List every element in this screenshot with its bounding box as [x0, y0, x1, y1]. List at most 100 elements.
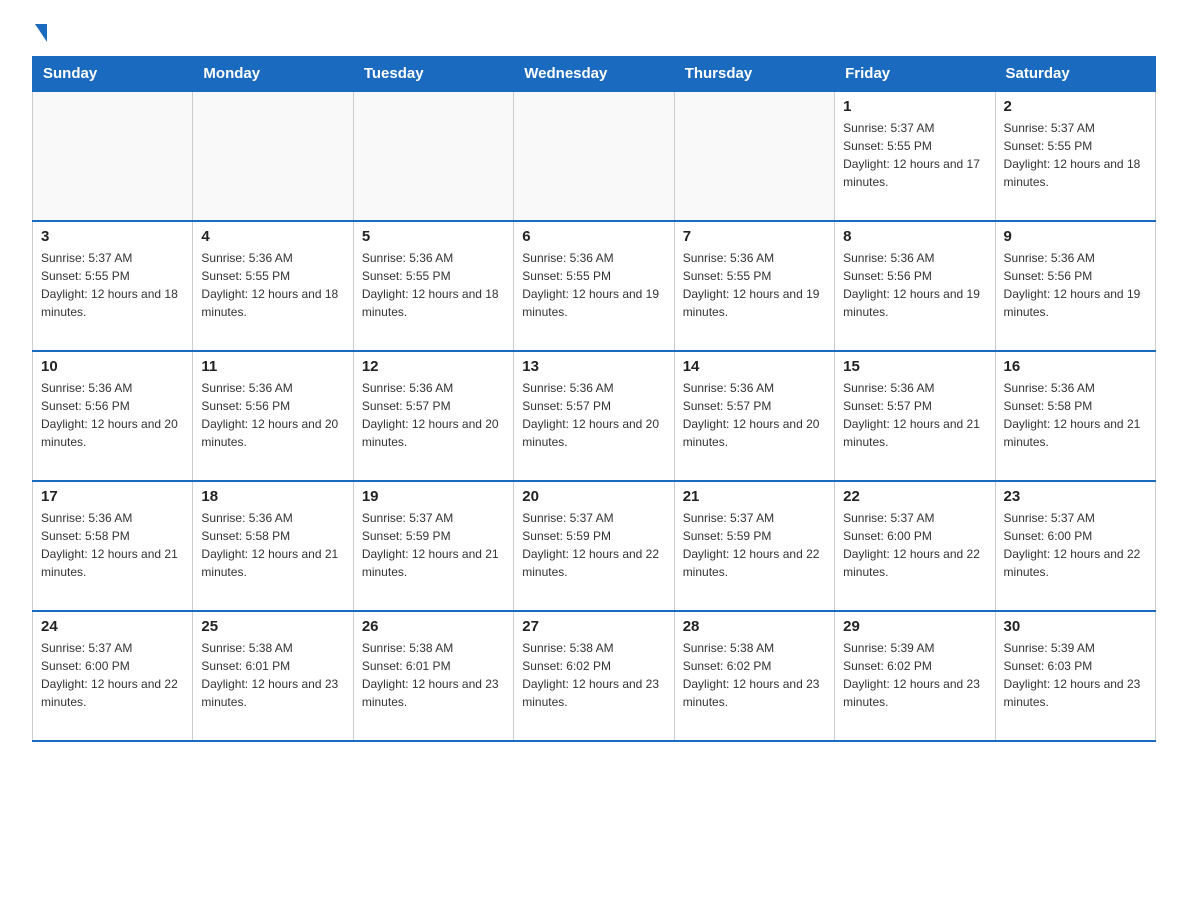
day-info: Sunrise: 5:36 AMSunset: 5:57 PMDaylight:… [683, 379, 826, 451]
calendar-cell: 8Sunrise: 5:36 AMSunset: 5:56 PMDaylight… [835, 221, 995, 351]
day-number: 3 [41, 228, 184, 245]
calendar-week-row: 24 Sunrise: 5:37 AMSunset: 6:00 PMDayligh… [33, 611, 1156, 741]
calendar-week-row: 10 Sunrise: 5:36 AMSunset: 5:56 PMDayligh… [33, 351, 1156, 481]
day-info: Sunrise: 5:36 AMSunset: 5:57 PMDaylight:… [522, 379, 665, 451]
calendar-cell: 10 Sunrise: 5:36 AMSunset: 5:56 PMDayligh… [33, 351, 193, 481]
day-number: 2 [1004, 98, 1147, 115]
calendar-cell: 11 Sunrise: 5:36 AMSunset: 5:56 PMDayligh… [193, 351, 353, 481]
weekday-header-tuesday: Tuesday [353, 57, 513, 92]
day-number: 23 [1004, 488, 1147, 505]
calendar-cell: 19 Sunrise: 5:37 AMSunset: 5:59 PMDayligh… [353, 481, 513, 611]
day-number: 26 [362, 618, 505, 635]
day-info: Sunrise: 5:36 AMSunset: 5:57 PMDaylight:… [362, 379, 505, 451]
day-number: 19 [362, 488, 505, 505]
calendar-cell: 16Sunrise: 5:36 AMSunset: 5:58 PMDayligh… [995, 351, 1155, 481]
calendar-cell: 24 Sunrise: 5:37 AMSunset: 6:00 PMDayligh… [33, 611, 193, 741]
calendar-cell: 23 Sunrise: 5:37 AMSunset: 6:00 PMDayligh… [995, 481, 1155, 611]
day-info: Sunrise: 5:36 AMSunset: 5:58 PMDaylight:… [41, 509, 184, 581]
day-number: 20 [522, 488, 665, 505]
day-number: 18 [201, 488, 344, 505]
day-info: Sunrise: 5:38 AMSunset: 6:01 PMDaylight:… [201, 639, 344, 711]
day-info: Sunrise: 5:36 AMSunset: 5:58 PMDaylight:… [201, 509, 344, 581]
day-number: 13 [522, 358, 665, 375]
weekday-header-thursday: Thursday [674, 57, 834, 92]
calendar-cell: 18 Sunrise: 5:36 AMSunset: 5:58 PMDayligh… [193, 481, 353, 611]
day-info: Sunrise: 5:36 AMSunset: 5:55 PMDaylight:… [683, 249, 826, 321]
calendar-cell [193, 91, 353, 221]
day-info: Sunrise: 5:36 AMSunset: 5:56 PMDaylight:… [1004, 249, 1147, 321]
calendar-cell: 26Sunrise: 5:38 AMSunset: 6:01 PMDayligh… [353, 611, 513, 741]
calendar-cell: 4 Sunrise: 5:36 AMSunset: 5:55 PMDaylight… [193, 221, 353, 351]
day-info: Sunrise: 5:37 AMSunset: 6:00 PMDaylight:… [843, 509, 986, 581]
calendar-cell: 28 Sunrise: 5:38 AMSunset: 6:02 PMDayligh… [674, 611, 834, 741]
day-info: Sunrise: 5:37 AMSunset: 6:00 PMDaylight:… [41, 639, 184, 711]
calendar-cell: 25 Sunrise: 5:38 AMSunset: 6:01 PMDayligh… [193, 611, 353, 741]
calendar-week-row: 17 Sunrise: 5:36 AMSunset: 5:58 PMDayligh… [33, 481, 1156, 611]
day-info: Sunrise: 5:36 AMSunset: 5:56 PMDaylight:… [201, 379, 344, 451]
day-info: Sunrise: 5:38 AMSunset: 6:02 PMDaylight:… [683, 639, 826, 711]
day-number: 27 [522, 618, 665, 635]
weekday-header-sunday: Sunday [33, 57, 193, 92]
day-number: 6 [522, 228, 665, 245]
day-info: Sunrise: 5:39 AMSunset: 6:03 PMDaylight:… [1004, 639, 1147, 711]
weekday-header-friday: Friday [835, 57, 995, 92]
weekday-header-saturday: Saturday [995, 57, 1155, 92]
day-number: 17 [41, 488, 184, 505]
day-number: 14 [683, 358, 826, 375]
day-number: 10 [41, 358, 184, 375]
day-info: Sunrise: 5:37 AMSunset: 5:59 PMDaylight:… [683, 509, 826, 581]
day-number: 5 [362, 228, 505, 245]
day-info: Sunrise: 5:37 AMSunset: 5:55 PMDaylight:… [41, 249, 184, 321]
day-number: 22 [843, 488, 986, 505]
calendar-cell: 6 Sunrise: 5:36 AMSunset: 5:55 PMDaylight… [514, 221, 674, 351]
day-info: Sunrise: 5:36 AMSunset: 5:55 PMDaylight:… [201, 249, 344, 321]
day-info: Sunrise: 5:38 AMSunset: 6:02 PMDaylight:… [522, 639, 665, 711]
calendar-cell: 5 Sunrise: 5:36 AMSunset: 5:55 PMDaylight… [353, 221, 513, 351]
day-info: Sunrise: 5:37 AMSunset: 5:55 PMDaylight:… [1004, 119, 1147, 191]
weekday-header-wednesday: Wednesday [514, 57, 674, 92]
calendar-cell: 20 Sunrise: 5:37 AMSunset: 5:59 PMDayligh… [514, 481, 674, 611]
calendar-cell: 3 Sunrise: 5:37 AMSunset: 5:55 PMDaylight… [33, 221, 193, 351]
weekday-header-monday: Monday [193, 57, 353, 92]
day-info: Sunrise: 5:36 AMSunset: 5:58 PMDaylight:… [1004, 379, 1147, 451]
day-number: 12 [362, 358, 505, 375]
day-info: Sunrise: 5:36 AMSunset: 5:55 PMDaylight:… [522, 249, 665, 321]
calendar-week-row: 1 Sunrise: 5:37 AMSunset: 5:55 PMDaylight… [33, 91, 1156, 221]
weekday-header-row: SundayMondayTuesdayWednesdayThursdayFrid… [33, 57, 1156, 92]
day-number: 15 [843, 358, 986, 375]
day-number: 9 [1004, 228, 1147, 245]
calendar-cell: 15 Sunrise: 5:36 AMSunset: 5:57 PMDayligh… [835, 351, 995, 481]
calendar-cell [674, 91, 834, 221]
day-number: 8 [843, 228, 986, 245]
calendar-cell: 12 Sunrise: 5:36 AMSunset: 5:57 PMDayligh… [353, 351, 513, 481]
day-number: 11 [201, 358, 344, 375]
calendar-cell: 21 Sunrise: 5:37 AMSunset: 5:59 PMDayligh… [674, 481, 834, 611]
calendar-cell [353, 91, 513, 221]
calendar-cell: 22 Sunrise: 5:37 AMSunset: 6:00 PMDayligh… [835, 481, 995, 611]
calendar-cell: 29 Sunrise: 5:39 AMSunset: 6:02 PMDayligh… [835, 611, 995, 741]
day-number: 1 [843, 98, 986, 115]
day-number: 24 [41, 618, 184, 635]
calendar-cell: 30 Sunrise: 5:39 AMSunset: 6:03 PMDayligh… [995, 611, 1155, 741]
day-number: 7 [683, 228, 826, 245]
calendar-cell [514, 91, 674, 221]
day-info: Sunrise: 5:36 AMSunset: 5:55 PMDaylight:… [362, 249, 505, 321]
day-info: Sunrise: 5:39 AMSunset: 6:02 PMDaylight:… [843, 639, 986, 711]
day-info: Sunrise: 5:37 AMSunset: 5:59 PMDaylight:… [362, 509, 505, 581]
day-info: Sunrise: 5:37 AMSunset: 6:00 PMDaylight:… [1004, 509, 1147, 581]
calendar-cell: 2 Sunrise: 5:37 AMSunset: 5:55 PMDaylight… [995, 91, 1155, 221]
day-info: Sunrise: 5:36 AMSunset: 5:56 PMDaylight:… [41, 379, 184, 451]
day-info: Sunrise: 5:37 AMSunset: 5:59 PMDaylight:… [522, 509, 665, 581]
day-number: 21 [683, 488, 826, 505]
day-number: 28 [683, 618, 826, 635]
day-number: 25 [201, 618, 344, 635]
day-number: 29 [843, 618, 986, 635]
calendar-week-row: 3 Sunrise: 5:37 AMSunset: 5:55 PMDaylight… [33, 221, 1156, 351]
calendar-table: SundayMondayTuesdayWednesdayThursdayFrid… [32, 56, 1156, 742]
day-number: 30 [1004, 618, 1147, 635]
calendar-cell: 13 Sunrise: 5:36 AMSunset: 5:57 PMDayligh… [514, 351, 674, 481]
page-header [32, 24, 1156, 40]
day-info: Sunrise: 5:36 AMSunset: 5:57 PMDaylight:… [843, 379, 986, 451]
day-number: 4 [201, 228, 344, 245]
calendar-cell: 1Sunrise: 5:37 AMSunset: 5:55 PMDaylight… [835, 91, 995, 221]
